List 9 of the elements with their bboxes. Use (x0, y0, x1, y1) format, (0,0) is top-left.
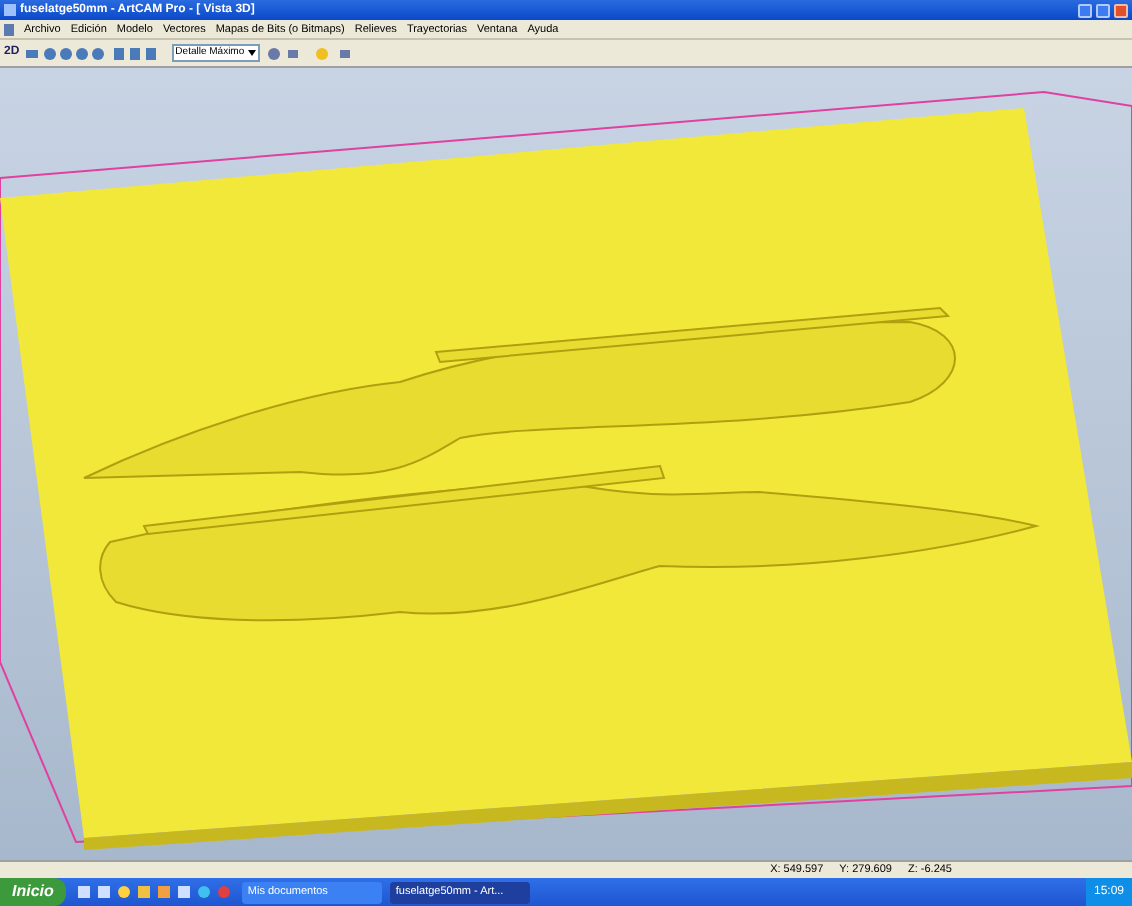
quick-launch-icons[interactable] (73, 884, 234, 900)
minimize-button[interactable] (1078, 3, 1092, 17)
app-icon (4, 4, 16, 16)
start-button[interactable]: Inicio (0, 878, 66, 906)
dropdown-arrow-icon (248, 50, 257, 56)
maximize-button[interactable] (1096, 3, 1110, 17)
toolbar-icons[interactable] (266, 45, 355, 61)
document-icon (4, 23, 14, 35)
close-button[interactable] (1114, 3, 1128, 17)
